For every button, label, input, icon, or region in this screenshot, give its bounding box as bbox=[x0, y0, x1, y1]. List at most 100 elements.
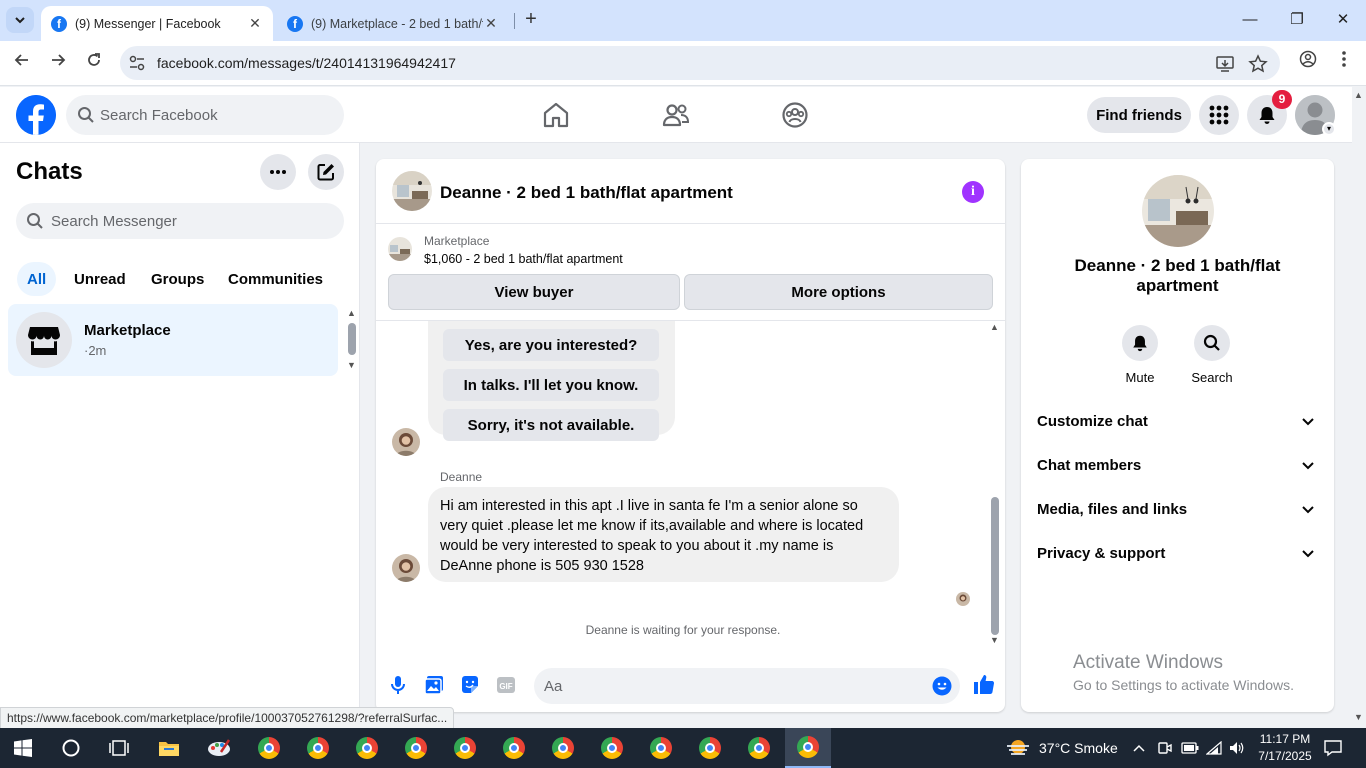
meet-now-tray[interactable] bbox=[1157, 728, 1173, 768]
mute-button[interactable] bbox=[1122, 325, 1158, 361]
battery-tray[interactable] bbox=[1181, 728, 1199, 768]
chrome-taskbar-item[interactable] bbox=[589, 728, 635, 768]
minimize-button[interactable]: — bbox=[1230, 6, 1270, 34]
profile-button[interactable] bbox=[1295, 50, 1321, 76]
filter-groups[interactable]: Groups bbox=[141, 262, 214, 296]
close-tab-icon[interactable]: ✕ bbox=[247, 15, 263, 32]
tab-marketplace[interactable]: f (9) Marketplace - 2 bed 1 bath/flat ap… bbox=[277, 6, 509, 41]
start-button[interactable] bbox=[0, 728, 46, 768]
account-caret-icon[interactable]: ▾ bbox=[1322, 122, 1336, 136]
tab-search-button[interactable] bbox=[6, 7, 34, 33]
chrome-taskbar-item[interactable] bbox=[344, 728, 390, 768]
emoji-icon[interactable] bbox=[932, 676, 952, 696]
page-scroll-up-arrow[interactable]: ▲ bbox=[1354, 90, 1363, 100]
chrome-taskbar-item[interactable] bbox=[687, 728, 733, 768]
view-buyer-button[interactable]: View buyer bbox=[388, 274, 680, 310]
chrome-taskbar-item[interactable] bbox=[442, 728, 488, 768]
reload-button[interactable] bbox=[81, 50, 107, 76]
chrome-taskbar-item[interactable] bbox=[246, 728, 292, 768]
close-window-button[interactable]: ✕ bbox=[1323, 6, 1363, 34]
file-explorer-button[interactable] bbox=[146, 728, 192, 768]
microphone-icon[interactable] bbox=[387, 674, 409, 696]
new-tab-button[interactable]: + bbox=[520, 8, 542, 30]
back-button[interactable] bbox=[9, 50, 35, 76]
close-tab-icon[interactable]: ✕ bbox=[483, 15, 499, 32]
volume-tray[interactable] bbox=[1229, 728, 1245, 768]
action-center-button[interactable] bbox=[1324, 728, 1342, 768]
scroll-up-arrow[interactable]: ▲ bbox=[347, 308, 356, 318]
search-action[interactable]: Search bbox=[1182, 325, 1242, 385]
filter-all[interactable]: All bbox=[17, 262, 57, 296]
menu-button[interactable] bbox=[1199, 95, 1239, 135]
windows-logo-icon bbox=[14, 739, 32, 757]
taskbar-clock[interactable]: 11:17 PM 7/17/2025 bbox=[1254, 731, 1316, 765]
site-info-icon[interactable] bbox=[128, 54, 146, 72]
messenger-search-input[interactable] bbox=[51, 203, 331, 239]
chrome-taskbar-item[interactable] bbox=[491, 728, 537, 768]
task-view-button[interactable] bbox=[96, 728, 142, 768]
sender-avatar[interactable] bbox=[392, 554, 420, 582]
media-files-links-section[interactable]: Media, files and links bbox=[1029, 489, 1326, 529]
quick-reply-not-available[interactable]: Sorry, it's not available. bbox=[443, 409, 659, 441]
quick-reply-in-talks[interactable]: In talks. I'll let you know. bbox=[443, 369, 659, 401]
quick-reply-yes[interactable]: Yes, are you interested? bbox=[443, 329, 659, 361]
chrome-taskbar-item-active[interactable] bbox=[785, 728, 831, 768]
chats-options-button[interactable] bbox=[260, 154, 296, 190]
message-input-field[interactable] bbox=[534, 668, 960, 704]
chats-scrollbar-thumb[interactable] bbox=[348, 323, 356, 355]
cortana-button[interactable] bbox=[48, 728, 94, 768]
scroll-down-arrow[interactable]: ▼ bbox=[347, 360, 356, 370]
thumbs-up-icon[interactable] bbox=[972, 672, 996, 696]
thread-scrollbar-thumb[interactable] bbox=[991, 497, 999, 635]
listing-price-title[interactable]: $1,060 - 2 bed 1 bath/flat apartment bbox=[424, 252, 623, 266]
tab-messenger[interactable]: f (9) Messenger | Facebook ✕ bbox=[41, 6, 273, 41]
photo-icon[interactable] bbox=[423, 674, 445, 696]
search-in-conversation-button[interactable] bbox=[1194, 325, 1230, 361]
groups-icon[interactable] bbox=[780, 100, 810, 130]
info-icon[interactable]: i bbox=[962, 181, 984, 203]
weather-widget[interactable]: 37°C Smoke bbox=[1005, 728, 1118, 768]
forward-button[interactable] bbox=[45, 50, 71, 76]
paint-app-button[interactable] bbox=[196, 728, 242, 768]
bookmark-star-icon[interactable] bbox=[1248, 54, 1268, 74]
windows-taskbar: 37°C Smoke 11:17 PM 7/17/2025 bbox=[0, 728, 1366, 768]
browser-menu-button[interactable] bbox=[1331, 50, 1357, 76]
filter-communities[interactable]: Communities bbox=[218, 262, 333, 296]
scroll-up-arrow[interactable]: ▲ bbox=[990, 322, 999, 332]
conversation-info-panel: Deanne · 2 bed 1 bath/flat apartment Mut… bbox=[1021, 159, 1334, 712]
chat-members-section[interactable]: Chat members bbox=[1029, 445, 1326, 485]
listing-avatar-large[interactable] bbox=[1142, 175, 1214, 247]
gif-icon[interactable]: GIF bbox=[495, 674, 517, 696]
network-tray[interactable] bbox=[1206, 728, 1222, 768]
filter-unread[interactable]: Unread bbox=[64, 262, 136, 296]
scroll-down-arrow[interactable]: ▼ bbox=[990, 635, 999, 645]
chrome-taskbar-item[interactable] bbox=[736, 728, 782, 768]
chrome-taskbar-item[interactable] bbox=[295, 728, 341, 768]
find-friends-button[interactable]: Find friends bbox=[1087, 97, 1191, 133]
page-scroll-down-arrow[interactable]: ▼ bbox=[1354, 712, 1363, 722]
mute-action[interactable]: Mute bbox=[1110, 325, 1170, 385]
friends-icon[interactable] bbox=[661, 100, 691, 130]
facebook-logo[interactable] bbox=[16, 95, 56, 135]
chrome-taskbar-item[interactable] bbox=[638, 728, 684, 768]
facebook-search-input[interactable] bbox=[100, 95, 330, 135]
customize-chat-section[interactable]: Customize chat bbox=[1029, 401, 1326, 441]
person-photo-icon bbox=[392, 428, 420, 456]
install-app-icon[interactable] bbox=[1215, 54, 1235, 74]
chrome-taskbar-item[interactable] bbox=[393, 728, 439, 768]
facebook-search[interactable] bbox=[66, 95, 344, 135]
address-bar[interactable]: facebook.com/messages/t/2401413196494241… bbox=[120, 46, 1280, 80]
listing-avatar[interactable] bbox=[392, 171, 432, 211]
privacy-support-section[interactable]: Privacy & support bbox=[1029, 533, 1326, 573]
message-input[interactable] bbox=[544, 668, 914, 704]
show-hidden-icons-button[interactable] bbox=[1133, 728, 1145, 768]
sticker-icon[interactable] bbox=[459, 674, 481, 696]
restore-button[interactable]: ❐ bbox=[1277, 6, 1317, 34]
more-options-button[interactable]: More options bbox=[684, 274, 993, 310]
home-icon[interactable] bbox=[541, 100, 571, 130]
new-message-button[interactable] bbox=[308, 154, 344, 190]
chrome-taskbar-item[interactable] bbox=[540, 728, 586, 768]
sender-avatar[interactable] bbox=[392, 428, 420, 456]
chat-item-marketplace[interactable]: Marketplace ·2m bbox=[8, 304, 338, 376]
messenger-search[interactable] bbox=[16, 203, 344, 239]
